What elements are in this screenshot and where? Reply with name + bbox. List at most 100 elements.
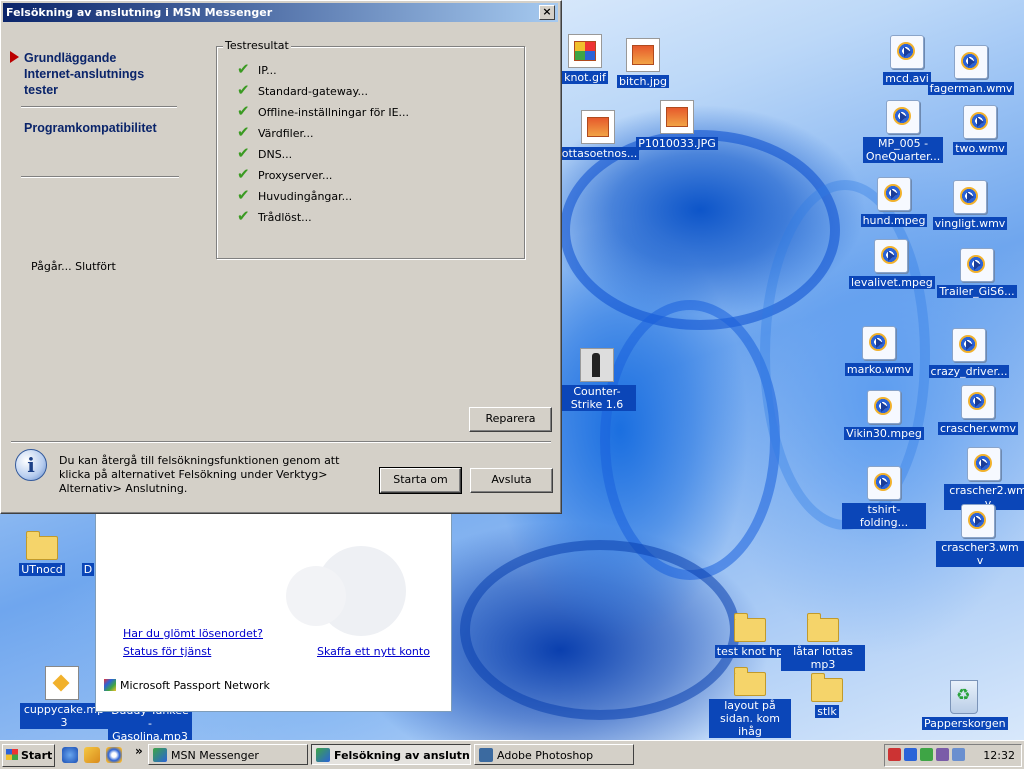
folder-icon [734, 613, 766, 642]
desktop-icon[interactable]: Vikin30.mpeg [842, 390, 926, 440]
msn-login-window: Har du glömt lösenordet? Status för tjän… [95, 505, 452, 712]
desktop-icon[interactable]: UTnocd [0, 530, 84, 576]
repair-button[interactable]: Reparera [469, 407, 552, 432]
winamp-icon[interactable] [84, 747, 100, 763]
media-file-icon [867, 390, 901, 424]
desktop-icon-label: test knot hp [714, 645, 786, 658]
taskbar-task-msn[interactable]: MSN Messenger [148, 744, 308, 765]
test-label: DNS... [258, 148, 293, 161]
desktop-icon-label: Counter-Strike 1.6 [558, 385, 636, 411]
restart-button[interactable]: Starta om [379, 467, 462, 494]
passport-logo-icon [104, 679, 116, 691]
taskbar-task-photoshop[interactable]: Adobe Photoshop [474, 744, 634, 765]
desktop-icon-label: layout på sidan. kom ihåg [709, 699, 791, 738]
desktop-icon[interactable]: cuppycake.mp3 [20, 666, 108, 729]
desktop-icon[interactable]: crascher2.wmv [944, 447, 1024, 510]
internet-explorer-icon[interactable] [62, 747, 78, 763]
close-button[interactable]: × [539, 5, 555, 20]
media-player-icon[interactable] [106, 747, 122, 763]
desktop-icon[interactable]: D [80, 563, 96, 576]
divider [21, 106, 177, 108]
desktop-icon-label: UTnocd [19, 563, 65, 576]
desktop-icon[interactable]: layout på sidan. kom ihåg [708, 666, 792, 738]
tray-status-icon[interactable] [920, 748, 933, 761]
desktop-icon-label: tshirt-folding... [842, 503, 926, 529]
desktop-icon[interactable]: two.wmv [938, 105, 1022, 155]
desktop-icon[interactable]: vingligt.wmv [928, 180, 1012, 230]
task-label: Adobe Photoshop [497, 749, 594, 762]
tray-messenger-icon[interactable] [952, 748, 965, 761]
task-label: MSN Messenger [171, 749, 259, 762]
tray-app-icon[interactable] [936, 748, 949, 761]
desktop-icon[interactable]: P1010033.JPG [635, 100, 719, 150]
desktop-icon[interactable]: tshirt-folding... [842, 466, 926, 529]
start-button[interactable]: Start [2, 744, 55, 767]
taskbar-task-troubleshoot[interactable]: Felsökning av anslutn... [311, 744, 471, 765]
desktop-icon[interactable]: crazy_driver... [924, 328, 1014, 378]
test-label: Trådlöst... [258, 211, 312, 224]
media-file-icon [953, 180, 987, 214]
clock[interactable]: 12:32 [983, 745, 1015, 766]
desktop-icon-label: crascher3.wmv [936, 541, 1024, 567]
gif-icon [568, 34, 602, 68]
desktop-icon-label: crascher.wmv [937, 422, 1019, 435]
service-status-link[interactable]: Status för tjänst [123, 645, 211, 658]
desktop-icon[interactable]: marko.wmv [837, 326, 921, 376]
desktop-icon[interactable]: hund.mpeg [852, 177, 936, 227]
desktop-icon[interactable]: levalivet.mpeg [849, 239, 935, 289]
test-label: Huvudingångar... [258, 190, 353, 203]
test-row-ie-offline: ✔ Offline-inställningar för IE... [237, 102, 409, 120]
info-icon: i [15, 449, 47, 481]
exit-button[interactable]: Avsluta [470, 468, 553, 493]
desktop-icon[interactable]: Trailer_GiS6... [935, 248, 1019, 298]
test-label: Värdfiler... [258, 127, 314, 140]
quicklaunch-chevron-icon[interactable]: » [135, 744, 143, 758]
desktop-icon-label: lottasoetnos... [556, 147, 640, 160]
recycle-bin-icon [950, 680, 978, 714]
tray-network-icon[interactable] [904, 748, 917, 761]
folder-icon [811, 673, 843, 702]
desktop-icon[interactable]: MP_005 - OneQuarter... [861, 100, 945, 163]
tray-tool-icon[interactable] [888, 748, 901, 761]
desktop-icon[interactable]: låtar lottas mp3 [781, 612, 865, 671]
desktop-icon-label: hund.mpeg [860, 214, 928, 227]
image-icon [626, 38, 660, 72]
desktop-icon-label: Vikin30.mpeg [844, 427, 924, 440]
desktop-icon[interactable]: Counter-Strike 1.6 [555, 348, 639, 411]
forgot-password-link[interactable]: Har du glömt lösenordet? [123, 627, 263, 640]
desktop-icon[interactable]: test knot hp [708, 612, 792, 658]
dialog-titlebar[interactable]: Felsökning av anslutning i MSN Messenger… [3, 3, 558, 22]
taskbar: Start » MSN Messenger Felsökning av ansl… [0, 740, 1024, 769]
photoshop-icon [479, 748, 493, 762]
nav-item-basic-tests[interactable]: Grundläggande Internet-anslutnings teste… [24, 50, 144, 98]
test-row-dns: ✔ DNS... [237, 144, 292, 162]
folder-icon [26, 531, 58, 560]
media-file-icon [954, 45, 988, 79]
media-file-icon [890, 35, 924, 69]
desktop-icon[interactable]: crascher.wmv [936, 385, 1020, 435]
desktop-icon[interactable]: bitch.jpg [601, 38, 685, 88]
system-tray: 12:32 [884, 744, 1022, 767]
new-account-link[interactable]: Skaffa ett nytt konto [317, 645, 430, 658]
divider [11, 441, 551, 443]
info-message: Du kan återgå till felsökningsfunktionen… [59, 454, 340, 495]
task-label: Felsökning av anslutn... [334, 749, 471, 762]
desktop-icon[interactable]: Papperskorgen [922, 680, 1008, 730]
nav-item-program-compatibility[interactable]: Programkompatibilitet [24, 120, 157, 136]
passport-footer: Microsoft Passport Network [104, 679, 270, 692]
desktop-icon-label: marko.wmv [844, 363, 914, 376]
desktop-icon[interactable]: lottasoetnos... [556, 110, 640, 160]
test-label: Offline-inställningar för IE... [258, 106, 410, 119]
dialog-title: Felsökning av anslutning i MSN Messenger [6, 6, 273, 19]
desktop-icon-label: mcd.avi [883, 72, 931, 85]
passport-label: Microsoft Passport Network [120, 679, 270, 692]
desktop-icon[interactable]: stlk [785, 672, 869, 718]
check-icon: ✔ [237, 144, 250, 162]
desktop-icon[interactable]: fagerman.wmv [926, 45, 1016, 95]
desktop-icon-label: crazy_driver... [928, 365, 1010, 378]
nav-item-label: Internet-anslutnings [24, 67, 145, 81]
wallpaper-swirl [460, 540, 740, 720]
media-file-icon [877, 177, 911, 211]
desktop-icon[interactable]: crascher3.wmv [936, 504, 1024, 567]
desktop-icon-label: P1010033.JPG [636, 137, 718, 150]
